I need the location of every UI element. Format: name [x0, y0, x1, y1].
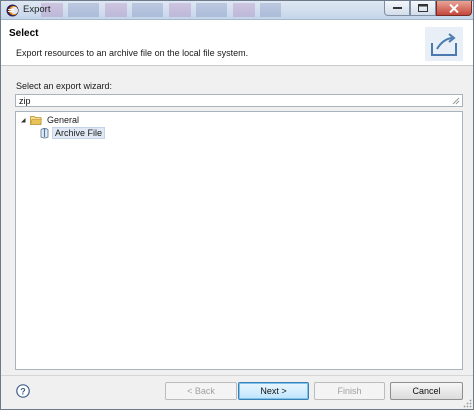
svg-text:?: ? — [20, 387, 26, 397]
minimize-icon — [392, 7, 402, 9]
help-icon[interactable]: ? — [16, 384, 30, 398]
page-title: Select — [9, 28, 39, 39]
export-tray-icon — [425, 27, 463, 61]
back-button[interactable]: < Back — [165, 382, 237, 400]
next-button[interactable]: Next > — [238, 382, 309, 400]
jar-file-icon — [40, 127, 49, 138]
wizard-header: Select Export resources to an archive fi… — [1, 20, 473, 66]
cancel-button[interactable]: Cancel — [390, 382, 463, 400]
wizard-filter-input[interactable] — [15, 94, 463, 107]
title-bar[interactable]: Export — [1, 1, 473, 20]
tree-item-label: General — [47, 114, 80, 125]
wizard-select-label: Select an export wizard: — [16, 81, 113, 91]
page-description: Export resources to an archive file on t… — [16, 48, 249, 58]
tree-item-general[interactable]: General — [19, 113, 81, 126]
window-title: Export — [23, 4, 51, 15]
clear-filter-icon[interactable] — [452, 97, 460, 105]
maximize-button[interactable] — [410, 1, 436, 16]
minimize-button[interactable] — [384, 1, 410, 16]
resize-grip-icon[interactable] — [463, 399, 472, 408]
button-bar-divider — [1, 375, 473, 376]
tree-item-label: Archive File — [52, 126, 106, 139]
export-dialog: Export Select Export resources to an arc… — [0, 0, 474, 410]
finish-button[interactable]: Finish — [314, 382, 385, 400]
wizard-tree[interactable]: General Archive File — [15, 111, 463, 370]
close-button[interactable] — [436, 1, 472, 16]
background-editor-text — [41, 3, 281, 17]
close-icon — [449, 3, 459, 13]
folder-icon — [30, 115, 42, 125]
tree-item-archive-file[interactable]: Archive File — [39, 126, 106, 139]
expand-triangle-icon[interactable] — [19, 116, 27, 124]
eclipse-icon — [6, 4, 19, 17]
maximize-icon — [418, 4, 428, 12]
